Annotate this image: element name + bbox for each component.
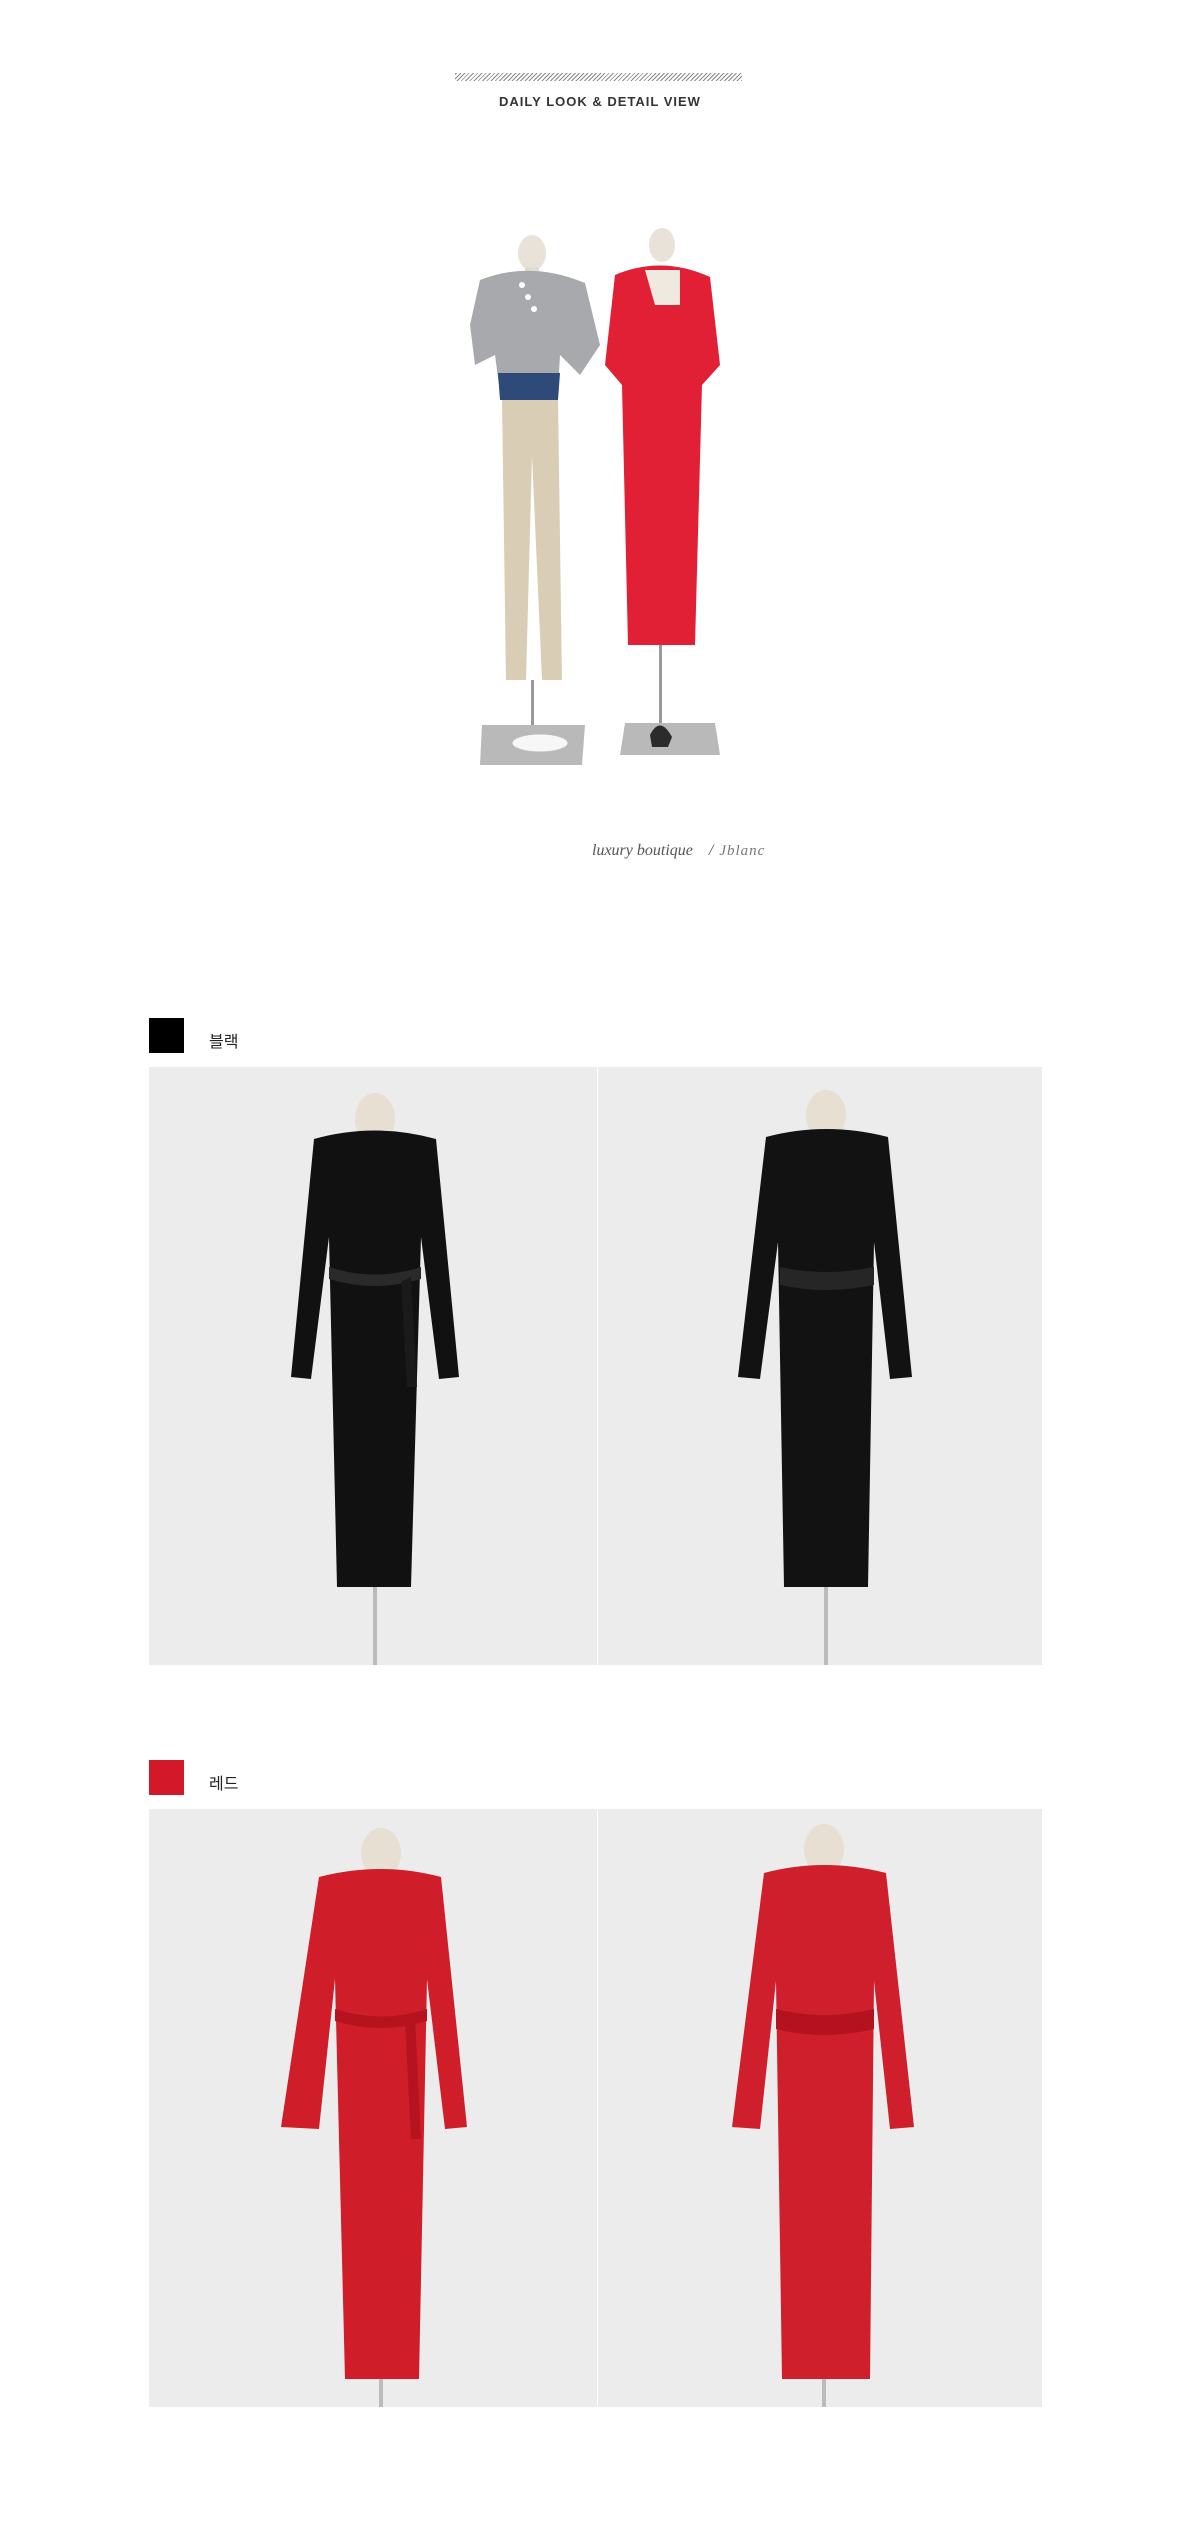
color-swatch-black bbox=[149, 1018, 184, 1053]
mannequin-right bbox=[605, 228, 720, 755]
black-dress-front-photo bbox=[149, 1067, 597, 1665]
red-dress-front-photo bbox=[149, 1809, 597, 2407]
mannequin-left bbox=[470, 235, 600, 765]
section-title: DAILY LOOK & DETAIL VIEW bbox=[499, 94, 701, 109]
brand-tagline: luxury boutique / Jblanc bbox=[592, 842, 765, 860]
color-label-black: 블랙 bbox=[209, 1032, 239, 1051]
color-swatch-red bbox=[149, 1760, 184, 1795]
daily-look-photo bbox=[470, 228, 720, 765]
black-dress-back-photo bbox=[598, 1067, 1042, 1665]
brand-separator: / bbox=[708, 842, 714, 859]
color-label-red: 레드 bbox=[209, 1774, 239, 1793]
red-dress-back-photo bbox=[598, 1809, 1042, 2407]
brand-tagline-text: luxury boutique bbox=[592, 842, 693, 859]
brand-logo: Jblanc bbox=[719, 843, 766, 859]
header-hatch-divider bbox=[455, 73, 742, 81]
